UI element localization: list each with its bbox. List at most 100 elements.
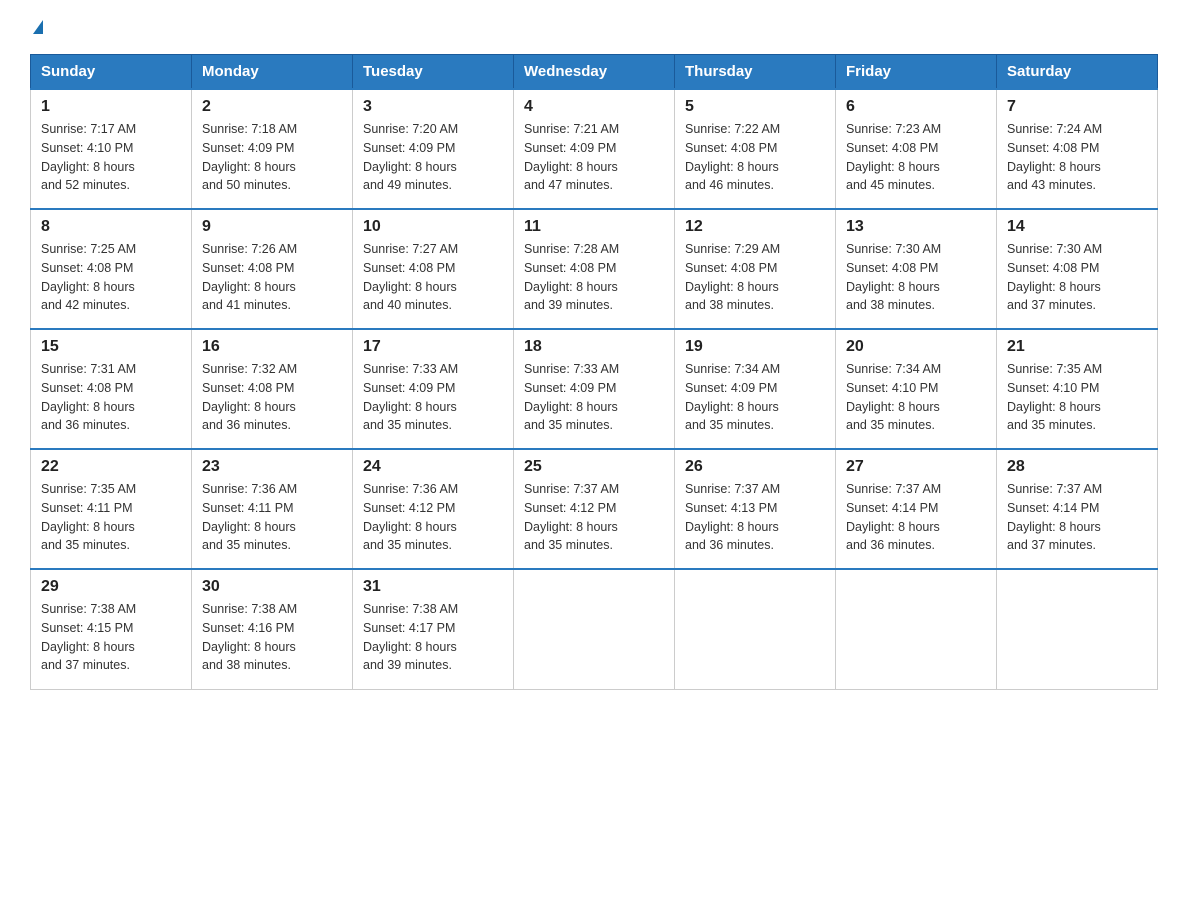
calendar-cell: 28 Sunrise: 7:37 AMSunset: 4:14 PMDayligh… [997,449,1158,569]
day-info: Sunrise: 7:22 AMSunset: 4:08 PMDaylight:… [685,120,825,195]
day-number: 16 [202,338,342,356]
day-info: Sunrise: 7:26 AMSunset: 4:08 PMDaylight:… [202,240,342,315]
day-number: 12 [685,218,825,236]
day-info: Sunrise: 7:38 AMSunset: 4:15 PMDaylight:… [41,600,181,675]
calendar-week-row: 29Sunrise: 7:38 AMSunset: 4:15 PMDayligh… [31,569,1158,689]
calendar-table: SundayMondayTuesdayWednesdayThursdayFrid… [30,54,1158,690]
day-info: Sunrise: 7:34 AMSunset: 4:10 PMDaylight:… [846,360,986,435]
calendar-cell: 27Sunrise: 7:37 AMSunset: 4:14 PMDayligh… [836,449,997,569]
day-info: Sunrise: 7:24 AMSunset: 4:08 PMDaylight:… [1007,120,1147,195]
day-info: Sunrise: 7:33 AMSunset: 4:09 PMDaylight:… [363,360,503,435]
day-info: Sunrise: 7:31 AMSunset: 4:08 PMDaylight:… [41,360,181,435]
page-header [30,20,1158,34]
calendar-cell: 23 Sunrise: 7:36 AMSunset: 4:11 PMDayligh… [192,449,353,569]
day-number: 6 [846,98,986,116]
day-info: Sunrise: 7:18 AMSunset: 4:09 PMDaylight:… [202,120,342,195]
day-number: 7 [1007,98,1147,116]
day-info: Sunrise: 7:34 AMSunset: 4:09 PMDaylight:… [685,360,825,435]
day-info: Sunrise: 7:35 AMSunset: 4:11 PMDaylight:… [41,480,181,555]
calendar-cell: 8Sunrise: 7:25 AMSunset: 4:08 PMDaylight… [31,209,192,329]
calendar-week-row: 1 Sunrise: 7:17 AMSunset: 4:10 PMDaylight… [31,89,1158,209]
calendar-cell: 29Sunrise: 7:38 AMSunset: 4:15 PMDayligh… [31,569,192,689]
calendar-cell: 16 Sunrise: 7:32 AMSunset: 4:08 PMDayligh… [192,329,353,449]
day-number: 4 [524,98,664,116]
day-number: 22 [41,458,181,476]
day-info: Sunrise: 7:35 AMSunset: 4:10 PMDaylight:… [1007,360,1147,435]
weekday-header-monday: Monday [192,55,353,90]
calendar-cell: 4 Sunrise: 7:21 AMSunset: 4:09 PMDaylight… [514,89,675,209]
calendar-cell: 19 Sunrise: 7:34 AMSunset: 4:09 PMDayligh… [675,329,836,449]
day-info: Sunrise: 7:30 AMSunset: 4:08 PMDaylight:… [1007,240,1147,315]
weekday-header-thursday: Thursday [675,55,836,90]
weekday-header-wednesday: Wednesday [514,55,675,90]
weekday-header-tuesday: Tuesday [353,55,514,90]
day-number: 1 [41,98,181,116]
calendar-cell [836,569,997,689]
day-number: 13 [846,218,986,236]
day-info: Sunrise: 7:37 AMSunset: 4:12 PMDaylight:… [524,480,664,555]
calendar-cell: 26 Sunrise: 7:37 AMSunset: 4:13 PMDayligh… [675,449,836,569]
day-info: Sunrise: 7:17 AMSunset: 4:10 PMDaylight:… [41,120,181,195]
day-info: Sunrise: 7:33 AMSunset: 4:09 PMDaylight:… [524,360,664,435]
day-number: 9 [202,218,342,236]
day-info: Sunrise: 7:37 AMSunset: 4:13 PMDaylight:… [685,480,825,555]
calendar-cell: 14 Sunrise: 7:30 AMSunset: 4:08 PMDayligh… [997,209,1158,329]
day-info: Sunrise: 7:36 AMSunset: 4:12 PMDaylight:… [363,480,503,555]
day-info: Sunrise: 7:23 AMSunset: 4:08 PMDaylight:… [846,120,986,195]
calendar-cell: 21 Sunrise: 7:35 AMSunset: 4:10 PMDayligh… [997,329,1158,449]
day-info: Sunrise: 7:29 AMSunset: 4:08 PMDaylight:… [685,240,825,315]
day-number: 20 [846,338,986,356]
calendar-cell: 30 Sunrise: 7:38 AMSunset: 4:16 PMDayligh… [192,569,353,689]
day-number: 14 [1007,218,1147,236]
calendar-cell: 12 Sunrise: 7:29 AMSunset: 4:08 PMDayligh… [675,209,836,329]
day-number: 30 [202,578,342,596]
calendar-cell [514,569,675,689]
calendar-header: SundayMondayTuesdayWednesdayThursdayFrid… [31,55,1158,90]
calendar-cell [675,569,836,689]
day-number: 31 [363,578,503,596]
calendar-cell: 31 Sunrise: 7:38 AMSunset: 4:17 PMDayligh… [353,569,514,689]
calendar-cell: 13 Sunrise: 7:30 AMSunset: 4:08 PMDayligh… [836,209,997,329]
day-number: 19 [685,338,825,356]
weekday-header-row: SundayMondayTuesdayWednesdayThursdayFrid… [31,55,1158,90]
day-number: 21 [1007,338,1147,356]
day-info: Sunrise: 7:38 AMSunset: 4:16 PMDaylight:… [202,600,342,675]
day-info: Sunrise: 7:28 AMSunset: 4:08 PMDaylight:… [524,240,664,315]
calendar-cell: 2 Sunrise: 7:18 AMSunset: 4:09 PMDaylight… [192,89,353,209]
calendar-week-row: 8Sunrise: 7:25 AMSunset: 4:08 PMDaylight… [31,209,1158,329]
calendar-week-row: 15 Sunrise: 7:31 AMSunset: 4:08 PMDayligh… [31,329,1158,449]
calendar-cell: 18 Sunrise: 7:33 AMSunset: 4:09 PMDayligh… [514,329,675,449]
calendar-cell: 3Sunrise: 7:20 AMSunset: 4:09 PMDaylight… [353,89,514,209]
day-info: Sunrise: 7:30 AMSunset: 4:08 PMDaylight:… [846,240,986,315]
day-info: Sunrise: 7:36 AMSunset: 4:11 PMDaylight:… [202,480,342,555]
day-info: Sunrise: 7:38 AMSunset: 4:17 PMDaylight:… [363,600,503,675]
logo-triangle-icon [33,20,43,34]
day-number: 15 [41,338,181,356]
day-number: 26 [685,458,825,476]
calendar-cell: 15 Sunrise: 7:31 AMSunset: 4:08 PMDayligh… [31,329,192,449]
day-info: Sunrise: 7:21 AMSunset: 4:09 PMDaylight:… [524,120,664,195]
day-info: Sunrise: 7:27 AMSunset: 4:08 PMDaylight:… [363,240,503,315]
calendar-cell: 6 Sunrise: 7:23 AMSunset: 4:08 PMDaylight… [836,89,997,209]
day-number: 11 [524,218,664,236]
weekday-header-friday: Friday [836,55,997,90]
day-number: 27 [846,458,986,476]
logo [30,20,43,34]
calendar-cell [997,569,1158,689]
calendar-cell: 5Sunrise: 7:22 AMSunset: 4:08 PMDaylight… [675,89,836,209]
calendar-cell: 17 Sunrise: 7:33 AMSunset: 4:09 PMDayligh… [353,329,514,449]
day-number: 23 [202,458,342,476]
day-number: 17 [363,338,503,356]
day-info: Sunrise: 7:32 AMSunset: 4:08 PMDaylight:… [202,360,342,435]
calendar-cell: 1 Sunrise: 7:17 AMSunset: 4:10 PMDaylight… [31,89,192,209]
calendar-cell: 25 Sunrise: 7:37 AMSunset: 4:12 PMDayligh… [514,449,675,569]
day-number: 18 [524,338,664,356]
day-info: Sunrise: 7:37 AMSunset: 4:14 PMDaylight:… [1007,480,1147,555]
day-number: 2 [202,98,342,116]
day-number: 25 [524,458,664,476]
day-info: Sunrise: 7:25 AMSunset: 4:08 PMDaylight:… [41,240,181,315]
weekday-header-saturday: Saturday [997,55,1158,90]
calendar-cell: 9 Sunrise: 7:26 AMSunset: 4:08 PMDaylight… [192,209,353,329]
day-number: 28 [1007,458,1147,476]
calendar-cell: 24Sunrise: 7:36 AMSunset: 4:12 PMDayligh… [353,449,514,569]
